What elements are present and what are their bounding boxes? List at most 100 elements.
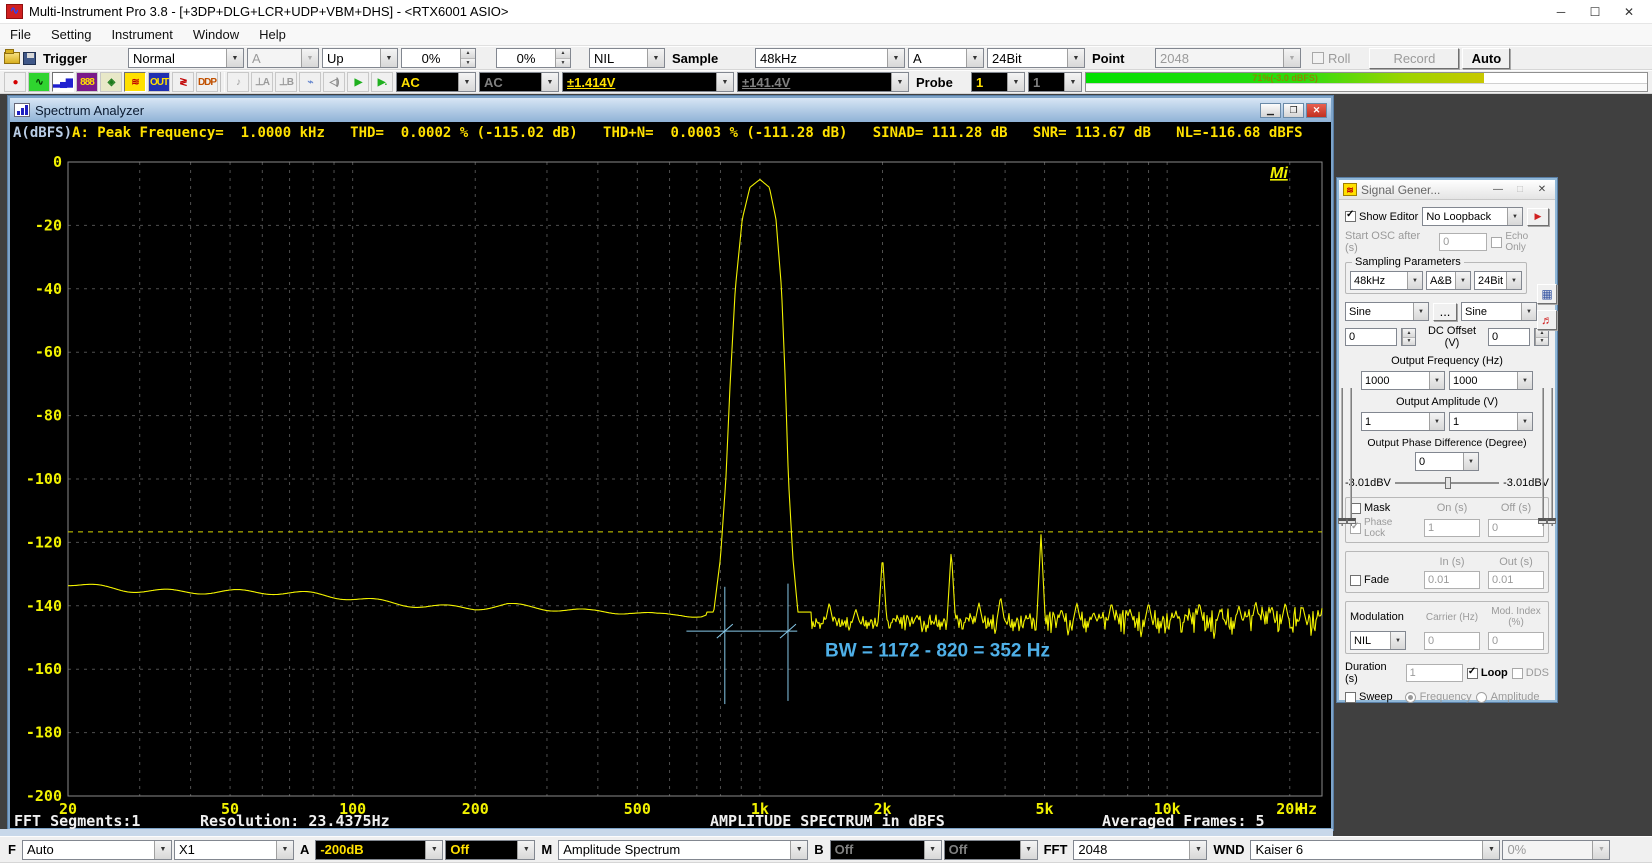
trigger-level-spin[interactable]: 0% ▲▼ xyxy=(401,48,476,68)
trigger-mode-select[interactable]: Normal▼ xyxy=(128,48,244,68)
fft-size-select[interactable]: 2048▼ xyxy=(1073,840,1207,860)
maximize-button[interactable]: ☐ xyxy=(1578,5,1612,19)
signal-generator-icon[interactable]: ≋ xyxy=(124,72,146,92)
level-slider-track-a1[interactable] xyxy=(1341,388,1343,526)
show-editor-checkbox[interactable]: Show Editor xyxy=(1345,211,1418,223)
display-mode-select[interactable]: Amplitude Spectrum▼ xyxy=(558,840,808,860)
a-range-select[interactable]: -200dB▼ xyxy=(315,840,443,860)
frequency-axis-select[interactable]: Auto▼ xyxy=(22,840,172,860)
play-icon[interactable]: ▶ xyxy=(347,72,369,92)
frequency-a-select[interactable]: 1000▼ xyxy=(1361,371,1445,390)
level-slider-handle-a1[interactable] xyxy=(1338,518,1347,524)
phase-select[interactable]: 0▼ xyxy=(1415,452,1479,471)
chevron-down-icon[interactable]: ▼ xyxy=(425,841,442,859)
fade-checkbox[interactable]: Fade xyxy=(1350,574,1416,586)
minimize-button[interactable]: ─ xyxy=(1544,5,1578,19)
menu-help[interactable]: Help xyxy=(249,27,296,42)
dc-a-spinner[interactable]: ▲▼ xyxy=(1401,328,1416,346)
spinner-arrows[interactable]: ▲▼ xyxy=(460,49,475,67)
menu-instrument[interactable]: Instrument xyxy=(101,27,182,42)
chevron-down-icon[interactable]: ▼ xyxy=(276,841,293,859)
level-slider-track-a2[interactable] xyxy=(1350,388,1352,526)
sample-bits-select[interactable]: 24Bit▼ xyxy=(987,48,1085,68)
chevron-down-icon[interactable]: ▼ xyxy=(1507,208,1522,225)
chevron-down-icon[interactable]: ▼ xyxy=(1521,303,1536,320)
balance-slider[interactable] xyxy=(1395,477,1499,489)
restore-button[interactable]: ❐ xyxy=(1283,103,1304,118)
modulation-type-select[interactable]: NIL▼ xyxy=(1350,631,1406,650)
spinner-arrows[interactable]: ▲▼ xyxy=(555,49,570,67)
close-button[interactable]: ✕ xyxy=(1533,184,1551,195)
level-slider-handle-b1[interactable] xyxy=(1538,518,1547,524)
chevron-down-icon[interactable]: ▼ xyxy=(1407,272,1422,289)
chevron-down-icon[interactable]: ▼ xyxy=(1067,49,1084,67)
waveform-a-select[interactable]: Sine▼ xyxy=(1345,302,1429,321)
device-output-icon[interactable]: OUT xyxy=(148,72,170,92)
waveform-editor-button[interactable]: ... xyxy=(1433,303,1457,321)
chevron-down-icon[interactable]: ▼ xyxy=(1463,453,1478,470)
generator-channels-select[interactable]: A&B▼ xyxy=(1426,271,1471,290)
save-signal-button[interactable]: ▦ xyxy=(1537,284,1557,304)
trigger-coupling-select[interactable]: NIL▼ xyxy=(589,48,665,68)
chevron-down-icon[interactable]: ▼ xyxy=(1517,372,1532,389)
derived-data-icon[interactable]: ≷ xyxy=(172,72,194,92)
chevron-down-icon[interactable]: ▼ xyxy=(517,841,534,859)
chevron-down-icon[interactable]: ▼ xyxy=(1189,841,1206,859)
frequency-b-select[interactable]: 1000▼ xyxy=(1449,371,1533,390)
mask-checkbox[interactable]: Mask xyxy=(1350,502,1416,514)
generator-rate-select[interactable]: 48kHz▼ xyxy=(1350,271,1423,290)
chevron-down-icon[interactable]: ▼ xyxy=(716,73,733,91)
a-reference-select[interactable]: Off▼ xyxy=(445,840,535,860)
waveform-b-select[interactable]: Sine▼ xyxy=(1461,302,1537,321)
coupling-a-select[interactable]: AC▼ xyxy=(396,72,476,92)
chevron-down-icon[interactable]: ▼ xyxy=(1429,413,1444,430)
open-file-icon[interactable] xyxy=(4,52,20,64)
spectrum-3d-plot-icon[interactable]: ◈ xyxy=(100,72,122,92)
window-function-select[interactable]: Kaiser 6▼ xyxy=(1250,840,1500,860)
trigger-edge-select[interactable]: Up▼ xyxy=(322,48,398,68)
close-button[interactable]: ✕ xyxy=(1612,5,1646,19)
music-score-button[interactable]: ♬ xyxy=(1537,310,1557,330)
chevron-down-icon[interactable]: ▼ xyxy=(1506,272,1521,289)
menu-file[interactable]: File xyxy=(0,27,41,42)
spectrum-analyzer-icon[interactable]: ▂▄▆ xyxy=(52,72,74,92)
signal-generator-titlebar[interactable]: ≋ Signal Gener... — □ ✕ xyxy=(1339,180,1555,200)
play-output-icon[interactable]: ▶. xyxy=(371,72,393,92)
ddp-viewer-icon[interactable]: DDP xyxy=(196,72,218,92)
sample-rate-select[interactable]: 48kHz▼ xyxy=(755,48,905,68)
chevron-down-icon[interactable]: ▼ xyxy=(966,49,983,67)
speaker-icon[interactable]: ◁) xyxy=(323,72,345,92)
menu-window[interactable]: Window xyxy=(183,27,249,42)
level-slider-track-b2[interactable] xyxy=(1551,388,1553,526)
chevron-down-icon[interactable]: ▼ xyxy=(1482,841,1499,859)
amplitude-a-select[interactable]: 1▼ xyxy=(1361,412,1445,431)
sound-device-icon[interactable]: ♪ xyxy=(227,72,249,92)
amplitude-b-select[interactable]: 1▼ xyxy=(1449,412,1533,431)
chevron-down-icon[interactable]: ▼ xyxy=(458,73,475,91)
chevron-down-icon[interactable]: ▼ xyxy=(380,49,397,67)
generator-bits-select[interactable]: 24Bit▼ xyxy=(1474,271,1522,290)
minimize-button[interactable]: — xyxy=(1489,184,1507,195)
ground-b-icon[interactable]: ⊥B xyxy=(275,72,297,92)
dc-offset-a-field[interactable]: 0 xyxy=(1345,328,1397,346)
chevron-down-icon[interactable]: ▼ xyxy=(1007,73,1024,91)
chevron-down-icon[interactable]: ▼ xyxy=(887,49,904,67)
chevron-down-icon[interactable]: ▼ xyxy=(154,841,171,859)
multimeter-icon[interactable]: 888 xyxy=(76,72,98,92)
chevron-down-icon[interactable]: ▼ xyxy=(790,841,807,859)
generator-run-button[interactable]: ▶ xyxy=(1527,208,1549,226)
chevron-down-icon[interactable]: ▼ xyxy=(226,49,243,67)
level-slider-handle-b2[interactable] xyxy=(1547,518,1556,524)
level-slider-handle-a2[interactable] xyxy=(1347,518,1356,524)
slider-handle[interactable] xyxy=(1445,477,1451,489)
record-icon[interactable]: ● xyxy=(4,72,26,92)
sample-channel-select[interactable]: A▼ xyxy=(908,48,984,68)
chevron-down-icon[interactable]: ▼ xyxy=(1413,303,1428,320)
minimize-button[interactable]: ▁ xyxy=(1260,103,1281,118)
probe-a-select[interactable]: 1▼ xyxy=(971,72,1025,92)
spectrum-analyzer-titlebar[interactable]: Spectrum Analyzer ▁ ❐ ✕ xyxy=(10,98,1331,122)
ground-a-icon[interactable]: ⊥A xyxy=(251,72,273,92)
menu-setting[interactable]: Setting xyxy=(41,27,101,42)
oscilloscope-icon[interactable]: ∿ xyxy=(28,72,50,92)
range-a-select[interactable]: ±1.414V▼ xyxy=(562,72,734,92)
